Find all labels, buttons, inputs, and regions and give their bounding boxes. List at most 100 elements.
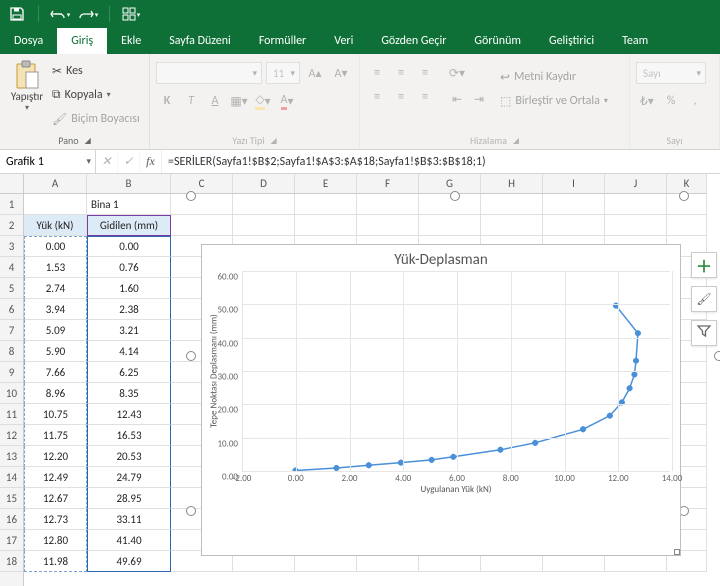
redo-icon[interactable]: ▾ xyxy=(77,3,99,25)
paste-button[interactable]: Yapıştır ▾ xyxy=(6,60,48,113)
cut-button[interactable]: ✂Kes xyxy=(52,60,140,82)
cell[interactable]: 11.98 xyxy=(24,551,87,572)
cell[interactable]: Bina 1 xyxy=(87,194,171,215)
column-header[interactable]: E xyxy=(295,174,357,194)
cell[interactable]: 12.67 xyxy=(24,488,87,509)
cell[interactable]: 33.11 xyxy=(87,509,171,530)
tab-dosya[interactable]: Dosya xyxy=(0,28,57,54)
resize-handle[interactable] xyxy=(186,351,196,361)
tab-sayfa-duzeni[interactable]: Sayfa Düzeni xyxy=(155,28,245,54)
resize-handle[interactable] xyxy=(450,191,460,201)
column-header[interactable]: D xyxy=(233,174,295,194)
align-bottom-icon[interactable]: ≡ xyxy=(414,62,436,84)
currency-icon[interactable]: ₺▾ xyxy=(636,90,658,112)
chart-filter-button[interactable] xyxy=(691,320,717,346)
row-header[interactable]: 17 xyxy=(0,530,23,551)
cell[interactable]: 6.25 xyxy=(87,362,171,383)
row-header[interactable]: 14 xyxy=(0,467,23,488)
cell[interactable]: 16.53 xyxy=(87,425,171,446)
cell[interactable]: 10.75 xyxy=(24,404,87,425)
cell[interactable]: 0.76 xyxy=(87,257,171,278)
fill-color-button[interactable]: ◇▾ xyxy=(252,90,274,112)
cell[interactable]: 1.60 xyxy=(87,278,171,299)
number-format-combo[interactable]: Sayı xyxy=(636,62,706,84)
decrease-indent-icon[interactable]: ⇤ xyxy=(446,88,468,110)
row-header[interactable]: 13 xyxy=(0,446,23,467)
increase-indent-icon[interactable]: ⇥ xyxy=(468,88,490,110)
column-header[interactable]: B xyxy=(87,174,171,194)
cell[interactable]: 5.90 xyxy=(24,341,87,362)
row-header[interactable]: 15 xyxy=(0,488,23,509)
row-header[interactable]: 6 xyxy=(0,299,23,320)
cell[interactable]: 20.53 xyxy=(87,446,171,467)
row-header[interactable]: 3 xyxy=(0,236,23,257)
cell[interactable]: 1.53 xyxy=(24,257,87,278)
align-left-icon[interactable]: ≡ xyxy=(366,86,388,108)
cell[interactable]: Yük (kN) xyxy=(24,215,87,236)
resize-handle[interactable] xyxy=(679,191,689,201)
row-header[interactable]: 12 xyxy=(0,425,23,446)
format-painter-button[interactable]: 🖌Biçim Boyacısı xyxy=(52,108,140,130)
increase-font-icon[interactable]: A▴ xyxy=(304,62,326,84)
column-header[interactable]: H xyxy=(481,174,543,194)
row-header[interactable]: 11 xyxy=(0,404,23,425)
row-header[interactable]: 16 xyxy=(0,509,23,530)
row-header[interactable]: 1 xyxy=(0,194,23,215)
cell[interactable]: 8.96 xyxy=(24,383,87,404)
tab-gelistirici[interactable]: Geliştirici xyxy=(535,28,608,54)
cell[interactable] xyxy=(24,194,87,215)
cell[interactable]: 49.69 xyxy=(87,551,171,572)
save-icon[interactable] xyxy=(6,3,28,25)
chart-title[interactable]: Yük-Deplasman xyxy=(202,251,680,269)
resize-handle[interactable] xyxy=(186,506,196,516)
tab-giris[interactable]: Giriş xyxy=(57,28,107,54)
cell[interactable]: 5.09 xyxy=(24,320,87,341)
tab-veri[interactable]: Veri xyxy=(320,28,367,54)
font-size-combo[interactable]: 11 xyxy=(266,62,300,84)
row-header[interactable]: 4 xyxy=(0,257,23,278)
cell[interactable]: 12.49 xyxy=(24,467,87,488)
cell[interactable]: 7.66 xyxy=(24,362,87,383)
row-header[interactable]: 10 xyxy=(0,383,23,404)
formula-input[interactable]: =SERİLER(Sayfa1!$B$2;Sayfa1!$A$3:$A$18;S… xyxy=(162,150,720,173)
row-header[interactable]: 9 xyxy=(0,362,23,383)
column-header[interactable]: A xyxy=(24,174,87,194)
cell[interactable]: 12.80 xyxy=(24,530,87,551)
align-right-icon[interactable]: ≡ xyxy=(414,86,436,108)
percent-icon[interactable]: % xyxy=(660,90,682,112)
cell[interactable]: 3.94 xyxy=(24,299,87,320)
fx-button[interactable]: fx xyxy=(140,150,162,173)
cell[interactable]: 24.79 xyxy=(87,467,171,488)
align-middle-icon[interactable]: ≡ xyxy=(390,62,412,84)
chart-styles-button[interactable]: 🖌 xyxy=(691,286,717,312)
cell[interactable]: 8.35 xyxy=(87,383,171,404)
bold-button[interactable]: K xyxy=(156,90,178,112)
tab-gorunum[interactable]: Görünüm xyxy=(460,28,535,54)
touch-mode-icon[interactable]: ▾ xyxy=(120,3,142,25)
undo-icon[interactable]: ▾ xyxy=(49,3,71,25)
copy-button[interactable]: ⧉Kopyala▾ xyxy=(52,84,140,106)
align-top-icon[interactable]: ≡ xyxy=(366,62,388,84)
cell[interactable]: 12.43 xyxy=(87,404,171,425)
cell[interactable]: 4.14 xyxy=(87,341,171,362)
x-axis-label[interactable]: Uygulanan Yük (kN) xyxy=(420,484,491,495)
tab-ekle[interactable]: Ekle xyxy=(107,28,155,54)
row-header[interactable]: 5 xyxy=(0,278,23,299)
plot-area[interactable]: Tepe Noktası Deplasmanı (mm) Uygulanan Y… xyxy=(242,271,670,471)
select-all-corner[interactable] xyxy=(0,174,23,194)
enter-icon[interactable]: ✓ xyxy=(118,150,140,173)
cell[interactable]: 2.38 xyxy=(87,299,171,320)
cell[interactable]: Gidilen (mm) xyxy=(87,215,171,236)
chart-area[interactable]: Yük-Deplasman Tepe Noktası Deplasmanı (m… xyxy=(201,244,681,556)
chart-add-element-button[interactable]: ＋ xyxy=(691,252,717,278)
cell[interactable]: 12.20 xyxy=(24,446,87,467)
font-family-combo[interactable] xyxy=(156,62,262,84)
cancel-icon[interactable]: ✕ xyxy=(96,150,118,173)
row-header[interactable]: 7 xyxy=(0,320,23,341)
underline-button[interactable]: A xyxy=(204,90,226,112)
column-header[interactable]: J xyxy=(605,174,667,194)
tab-team[interactable]: Team xyxy=(608,28,662,54)
cell[interactable]: 12.73 xyxy=(24,509,87,530)
align-center-icon[interactable]: ≡ xyxy=(390,86,412,108)
tab-formuller[interactable]: Formüller xyxy=(245,28,320,54)
